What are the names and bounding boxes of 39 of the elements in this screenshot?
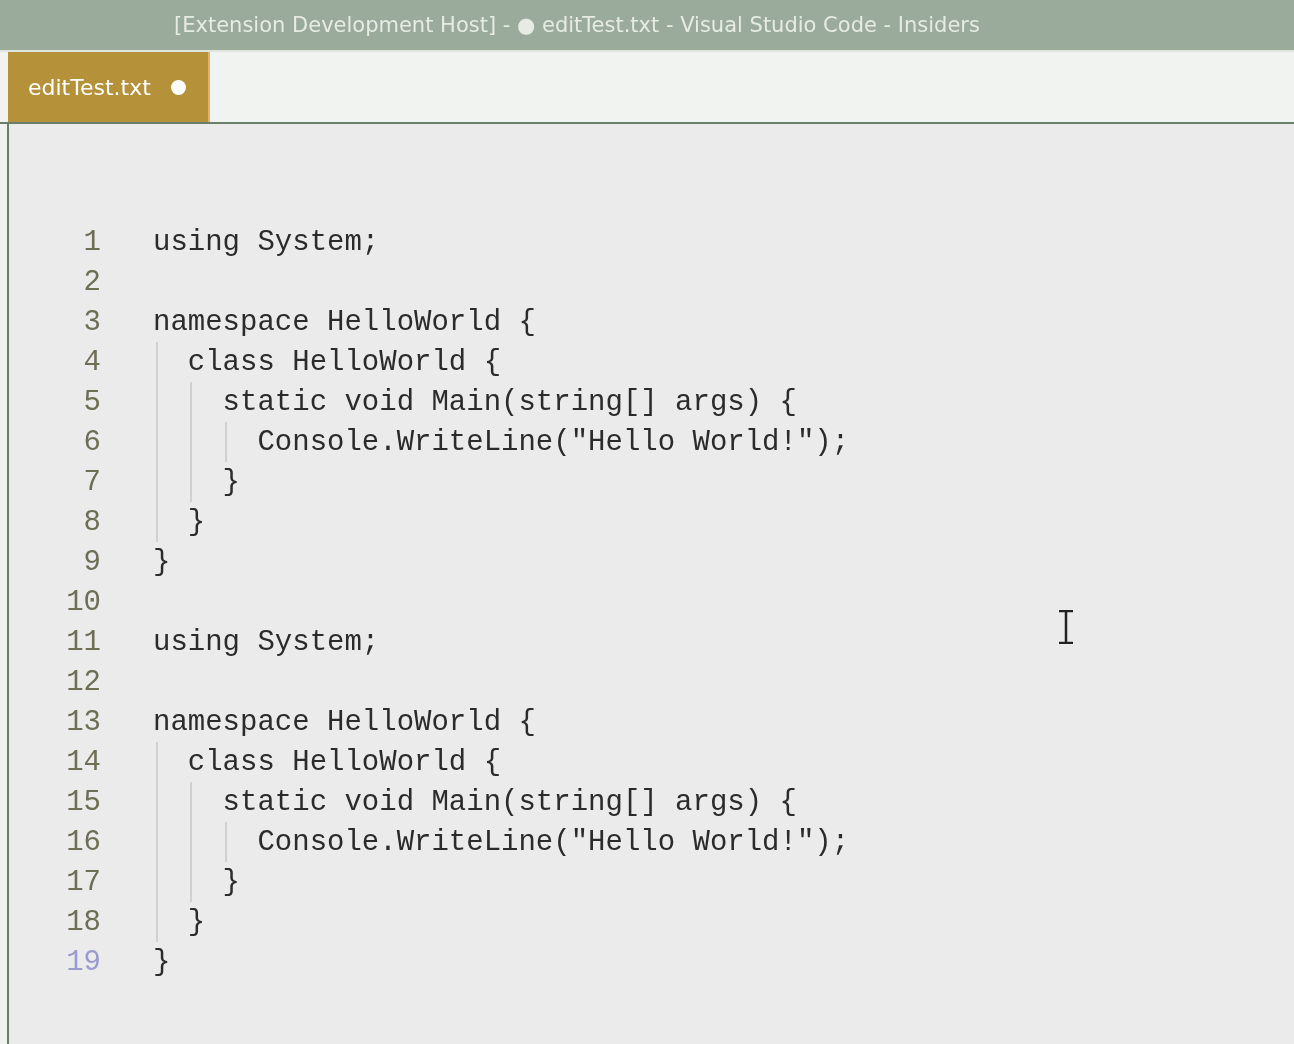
code-line: Console.WriteLine("Hello World!");: [256, 425, 850, 459]
code-line: namespace HelloWorld {: [153, 305, 536, 339]
code-line: class HelloWorld {: [186, 745, 502, 779]
code-line: }: [221, 465, 240, 499]
line-number: 10: [65, 585, 101, 619]
line-number: 17: [65, 865, 101, 899]
tab-label: editTest.txt: [28, 74, 151, 100]
line-number: 1: [82, 225, 101, 259]
line-number: 5: [82, 385, 101, 419]
line-number: 19: [65, 945, 101, 979]
line-number: 8: [82, 505, 101, 539]
code-line: }: [153, 545, 171, 579]
code-line: }: [153, 945, 171, 979]
line-number: 6: [82, 425, 101, 459]
code-line: static void Main(string[] args) {: [221, 385, 797, 419]
line-number: 16: [65, 825, 101, 859]
line-number: 12: [65, 665, 101, 699]
code-line: }: [186, 905, 206, 939]
code-line: namespace HelloWorld {: [153, 705, 536, 739]
window-title: [Extension Development Host] - ● editTest.txt - Visual Studio Code - Insiders: [174, 13, 980, 37]
line-number: 18: [65, 905, 101, 939]
code-line: }: [221, 865, 240, 899]
code-line: static void Main(string[] args) {: [221, 785, 797, 819]
line-number: 3: [82, 305, 101, 339]
line-number: 9: [82, 545, 101, 579]
editor-tab[interactable]: editTest.txt: [8, 52, 210, 122]
code-line: using System;: [153, 625, 380, 659]
line-number: 7: [82, 465, 101, 499]
line-number: 2: [82, 265, 101, 299]
code-line: Console.WriteLine("Hello World!");: [256, 825, 850, 859]
line-number: 13: [65, 705, 101, 739]
code-line: class HelloWorld {: [186, 345, 502, 379]
line-number: 4: [82, 345, 101, 379]
line-number: 14: [65, 745, 101, 779]
code-line: using System;: [153, 225, 380, 259]
line-number: 15: [65, 785, 101, 819]
text-cursor-icon: [1056, 610, 1076, 644]
code-line: }: [186, 505, 206, 539]
line-number: 11: [65, 625, 101, 659]
